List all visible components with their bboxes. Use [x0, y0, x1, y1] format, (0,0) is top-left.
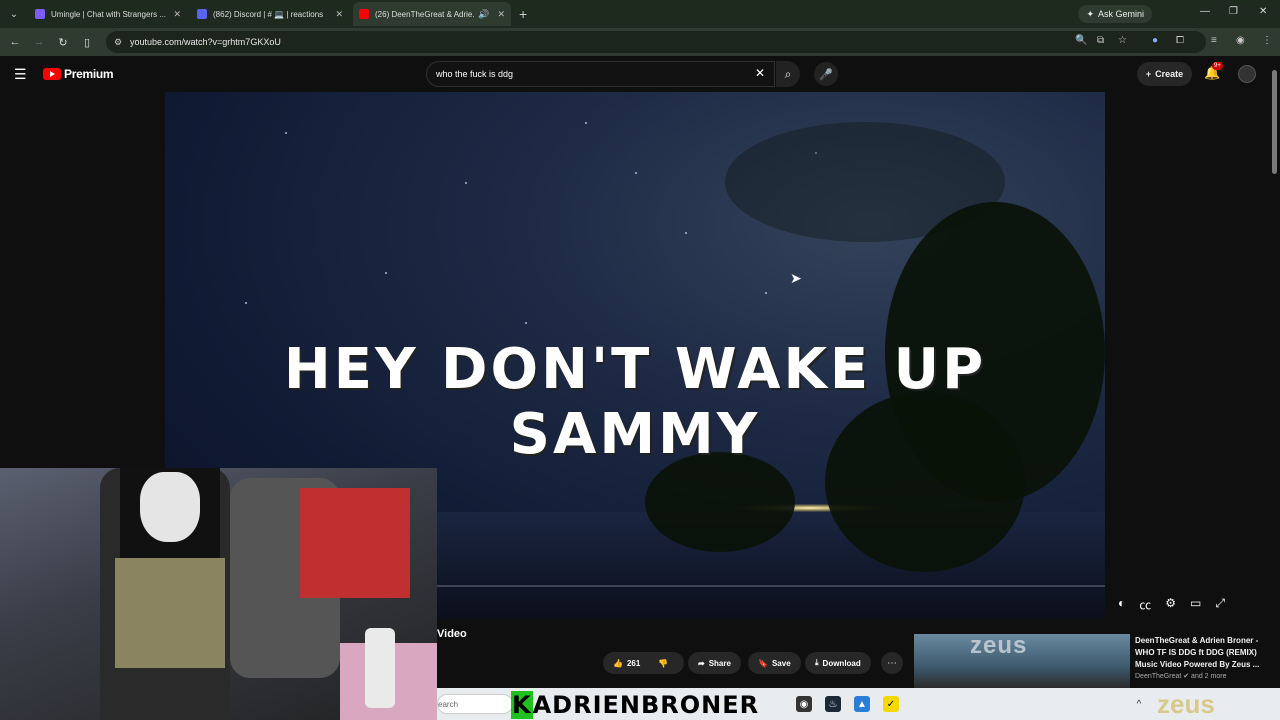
like-dislike-group: 👍 261 👎 — [603, 652, 684, 674]
restore-icon[interactable]: ❐ — [1229, 6, 1238, 17]
video-lyric-caption: HEY DON'T WAKE UP SAMMY — [283, 337, 987, 467]
tab-title: (862) Discord | # 💻 | reactions — [213, 9, 324, 19]
like-count[interactable]: 261 — [627, 659, 640, 668]
autoplay-toggle-icon[interactable]: ◐ — [1118, 596, 1125, 613]
streamer-name-overlay: KADRIENBRONER — [511, 691, 759, 719]
closed-captions-icon[interactable]: ㏄ — [1139, 596, 1151, 613]
windows-taskbar: earch KADRIENBRONER ◉ ♨ ▲ ✓ ^ zeus — [437, 688, 1280, 720]
settings-gear-icon[interactable]: ⚙ — [1165, 596, 1176, 613]
profile-avatar-icon[interactable]: ◉ — [1236, 35, 1245, 46]
fullscreen-icon[interactable]: ⤢ — [1215, 596, 1225, 613]
video-title: Video — [437, 628, 467, 640]
site-info-icon[interactable]: ⚙ — [114, 37, 122, 48]
tab-search-dropdown[interactable]: ⌄ — [3, 3, 25, 25]
download-icon: ⤓ — [815, 658, 819, 667]
like-icon[interactable]: 👍 — [613, 659, 623, 668]
share-button[interactable]: ➦ Share — [688, 652, 741, 674]
app-icon[interactable]: ◉ — [796, 696, 812, 712]
download-label: Download — [822, 658, 861, 668]
discord-favicon-icon — [197, 9, 207, 19]
more-actions-button[interactable]: ⋯ — [881, 652, 903, 674]
browser-menu-icon[interactable]: ⋮ — [1262, 35, 1272, 46]
download-button[interactable]: ⤓ Download — [805, 652, 871, 674]
logo-text: Premium — [64, 67, 114, 81]
save-label: Save — [771, 658, 791, 668]
ask-gemini-button[interactable]: ✦ Ask Gemini — [1078, 5, 1152, 23]
browser-tab-bar: ⌄ Umingle | Chat with Strangers ... ✕ (8… — [0, 0, 1280, 28]
zoom-icon[interactable]: 🔍 — [1075, 35, 1087, 46]
streamer-webcam — [0, 468, 437, 720]
plus-icon: + — [1145, 69, 1152, 79]
close-icon[interactable]: ✕ — [335, 9, 343, 20]
video-progress-bar[interactable] — [437, 585, 1105, 587]
tab-umingle[interactable]: Umingle | Chat with Strangers ... ✕ — [29, 2, 187, 26]
install-app-icon[interactable]: ⧉ — [1097, 35, 1104, 46]
forward-icon[interactable]: → — [27, 36, 51, 48]
clear-search-icon[interactable]: ✕ — [755, 66, 765, 80]
app-icon[interactable]: ✓ — [883, 696, 899, 712]
more-dots-icon: ⋯ — [887, 657, 897, 669]
recommended-channel[interactable]: DeenTheGreat ✔ and 2 more — [1135, 672, 1226, 680]
microphone-icon: 🎤 — [819, 68, 833, 81]
scrollbar-thumb[interactable] — [1272, 70, 1277, 174]
youtube-header: ☰ Premium who the fuck is ddg ✕ ⌕ 🎤 + Cr… — [0, 56, 1270, 92]
zeus-watermark: zeus — [1157, 689, 1215, 719]
dislike-icon[interactable]: 👎 — [658, 659, 668, 668]
split-view-icon[interactable]: ▯ — [75, 36, 99, 49]
player-controls: ◐ ㏄ ⚙ ▭ ⤢ — [1118, 596, 1225, 613]
gemini-sparkle-icon: ✦ — [1086, 8, 1094, 19]
streamer-k-badge: K — [511, 691, 533, 719]
bookmark-star-icon[interactable]: ☆ — [1118, 35, 1127, 46]
miniplayer-icon[interactable]: ▭ — [1190, 596, 1201, 613]
chevron-up-icon[interactable]: ^ — [1131, 696, 1147, 712]
extension-icon[interactable]: ● — [1152, 35, 1158, 46]
share-label: Share — [708, 658, 731, 668]
extensions-puzzle-icon[interactable]: ⧠ — [1176, 35, 1184, 46]
umingle-favicon-icon — [35, 9, 45, 19]
app-icon[interactable]: ▲ — [854, 696, 870, 712]
youtube-play-icon — [43, 68, 61, 80]
url-field[interactable]: ⚙ youtube.com/watch?v=grhtm7GKXoU — [106, 31, 1206, 53]
tab-title: (26) DeenTheGreat & Adrie... — [375, 9, 475, 19]
youtube-favicon-icon — [359, 9, 369, 19]
tab-discord[interactable]: (862) Discord | # 💻 | reactions ✕ — [191, 2, 349, 26]
streamer-name: ADRIENBRONER — [532, 691, 760, 719]
create-button[interactable]: + Create — [1137, 62, 1192, 86]
recommended-title[interactable]: DeenTheGreat & Adrien Broner - WHO TF IS… — [1135, 635, 1265, 671]
recommended-thumbnail[interactable]: zeus — [914, 634, 1130, 688]
new-tab-button[interactable]: + — [519, 6, 527, 22]
notification-badge: 9+ — [1212, 62, 1223, 70]
speaker-icon[interactable]: 🔊 — [478, 9, 489, 20]
back-icon[interactable]: ← — [3, 36, 27, 48]
account-avatar[interactable] — [1238, 65, 1256, 83]
close-icon[interactable]: ✕ — [173, 9, 181, 20]
mouse-cursor-icon: ➤ — [790, 270, 802, 286]
url-text: youtube.com/watch?v=grhtm7GKXoU — [130, 37, 281, 47]
search-button[interactable]: ⌕ — [776, 61, 800, 87]
close-window-icon[interactable]: ✕ — [1259, 6, 1267, 17]
reload-icon[interactable]: ↻ — [51, 36, 75, 49]
save-button[interactable]: 🔖 Save — [748, 652, 801, 674]
youtube-premium-logo[interactable]: Premium — [43, 67, 114, 81]
steam-icon[interactable]: ♨ — [825, 696, 841, 712]
search-input[interactable]: who the fuck is ddg — [426, 61, 775, 87]
search-icon: ⌕ — [784, 66, 792, 81]
bookmark-icon: 🔖 — [758, 658, 768, 668]
tab-youtube[interactable]: (26) DeenTheGreat & Adrie... 🔊 ✕ — [353, 2, 511, 26]
address-toolbar: ← → ↻ ▯ ⚙ youtube.com/watch?v=grhtm7GKXo… — [0, 28, 1280, 56]
hamburger-menu-icon[interactable]: ☰ — [14, 66, 27, 83]
media-controls-icon[interactable]: ≡ — [1211, 35, 1217, 46]
page-scrollbar[interactable] — [1270, 56, 1280, 688]
voice-search-button[interactable]: 🎤 — [814, 62, 838, 86]
share-icon: ➦ — [698, 658, 705, 668]
taskbar-search-field[interactable]: earch — [437, 694, 513, 714]
tab-title: Umingle | Chat with Strangers ... — [51, 9, 167, 19]
minimize-icon[interactable]: — — [1200, 6, 1210, 17]
ask-gemini-label: Ask Gemini — [1097, 9, 1144, 19]
close-icon[interactable]: ✕ — [497, 9, 505, 20]
thumbnail-text: zeus — [970, 634, 1028, 659]
create-label: Create — [1155, 69, 1184, 79]
